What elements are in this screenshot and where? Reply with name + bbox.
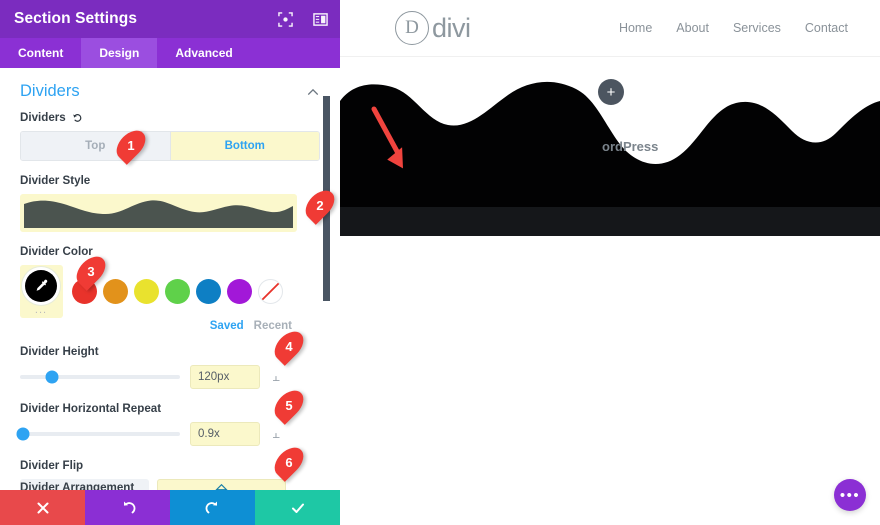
color-swatch-red[interactable] [72, 279, 97, 304]
divider-color-field: Divider Color ... Saved Recent [20, 245, 320, 332]
divider-style-field: Divider Style [20, 174, 320, 232]
site-nav: Home About Services Contact [619, 21, 848, 35]
discard-button[interactable] [0, 490, 85, 525]
divider-color-selected-wrap: ... [20, 265, 63, 318]
site-logo[interactable]: D divi [395, 11, 471, 45]
panel-header-icons [278, 0, 328, 38]
divider-repeat-field: Divider Horizontal Repeat 0.9x ⫠ [16, 402, 320, 446]
undo-button[interactable] [85, 490, 170, 525]
nav-about[interactable]: About [676, 21, 709, 35]
tab-design[interactable]: Design [81, 38, 158, 68]
panel-scrollbar-thumb[interactable] [323, 96, 330, 301]
divider-style-label: Divider Style [20, 174, 91, 187]
section-dark-band [340, 207, 880, 236]
divider-flip-vertical[interactable] [157, 479, 286, 490]
panel-title: Section Settings [14, 10, 138, 27]
page-preview: D divi Home About Services Contact ordPr… [340, 0, 880, 525]
divider-repeat-control: 0.9x ⫠ [16, 422, 320, 446]
saved-colors-tab[interactable]: Saved [210, 320, 244, 332]
panel-tabs: Content Design Advanced [0, 38, 340, 68]
color-swatch-green[interactable] [165, 279, 190, 304]
save-button[interactable] [255, 490, 340, 525]
divider-arrangement-label: Divider Arrangement [20, 481, 135, 490]
divider-height-slider[interactable] [20, 370, 180, 384]
divider-height-value[interactable]: 120px [190, 365, 260, 389]
divider-repeat-slider-knob[interactable] [16, 427, 30, 441]
redo-button[interactable] [170, 490, 255, 525]
color-swatch-transparent[interactable] [258, 279, 283, 304]
undo-icon [123, 501, 135, 513]
divider-height-control: 120px ⫠ [20, 365, 320, 389]
nav-services[interactable]: Services [733, 21, 781, 35]
hero-section: ordPress + [340, 57, 880, 236]
divider-height-field: Divider Height 120px ⫠ [20, 345, 320, 389]
color-swatch-blue[interactable] [196, 279, 221, 304]
dividers-toggle[interactable]: Top Bottom [20, 131, 320, 161]
divider-repeat-unit-toggle[interactable]: ⫠ [272, 426, 280, 442]
divider-height-slider-knob[interactable] [45, 370, 59, 384]
divider-color-label: Divider Color [20, 245, 93, 258]
hero-heading: ordPress [602, 139, 659, 154]
color-swatch-yellow[interactable] [134, 279, 159, 304]
panel-header: Section Settings [0, 0, 340, 38]
nav-home[interactable]: Home [619, 21, 652, 35]
color-swatch-orange[interactable] [103, 279, 128, 304]
dividers-label: Dividers [20, 111, 66, 124]
divider-repeat-label: Divider Horizontal Repeat [20, 402, 162, 415]
divider-color-swatches: ... [20, 265, 320, 318]
close-icon [37, 502, 48, 513]
check-icon [291, 503, 304, 513]
add-section-button[interactable]: + [598, 79, 624, 105]
divider-solid-fill [340, 167, 880, 207]
color-swatch-purple[interactable] [227, 279, 252, 304]
divider-repeat-slider[interactable] [16, 427, 180, 441]
divider-height-unit-toggle[interactable]: ⫠ [272, 369, 280, 385]
section-title: Dividers [20, 82, 80, 100]
eyedropper-icon [36, 279, 48, 291]
panel-scrollbar-track[interactable] [323, 68, 335, 490]
divider-color-more[interactable]: ... [35, 305, 47, 316]
dividers-toggle-bottom[interactable]: Bottom [169, 132, 319, 160]
tab-content[interactable]: Content [0, 38, 81, 68]
panel-action-bar [0, 490, 340, 525]
chevron-up-icon[interactable] [306, 85, 320, 99]
reset-icon[interactable] [72, 112, 83, 123]
flip-vertical-icon [215, 483, 228, 490]
divider-style-preview[interactable] [20, 194, 297, 232]
redo-icon [205, 501, 217, 513]
panel-layout-icon[interactable] [313, 12, 328, 27]
divider-height-label: Divider Height [20, 345, 99, 358]
section-settings-panel: Section Settings Content Design Advanced [0, 0, 340, 525]
divider-repeat-value[interactable]: 0.9x [190, 422, 260, 446]
logo-mark: D [395, 11, 429, 45]
dividers-label-row: Dividers [20, 111, 320, 124]
logo-text: divi [432, 12, 471, 43]
app-root: Section Settings Content Design Advanced [0, 0, 880, 525]
tab-advanced[interactable]: Advanced [157, 38, 250, 68]
divider-style-preview-shape [24, 200, 293, 228]
dividers-section-header[interactable]: Dividers [20, 68, 320, 111]
divider-color-tabs: Saved Recent [20, 320, 320, 332]
divider-flip-label: Divider Flip [20, 459, 84, 472]
no-color-slash-icon [261, 282, 280, 301]
site-header: D divi Home About Services Contact [340, 0, 880, 57]
dividers-field: Dividers Top Bottom [20, 111, 320, 161]
panel-body: Dividers Dividers Top Bottom Divider Sty… [0, 68, 340, 490]
floating-menu-button[interactable]: ••• [834, 479, 866, 511]
target-frame-icon[interactable] [278, 11, 293, 27]
dividers-toggle-top[interactable]: Top [21, 132, 170, 160]
nav-contact[interactable]: Contact [805, 21, 848, 35]
divider-color-selected[interactable] [25, 270, 57, 302]
recent-colors-tab[interactable]: Recent [254, 320, 292, 332]
